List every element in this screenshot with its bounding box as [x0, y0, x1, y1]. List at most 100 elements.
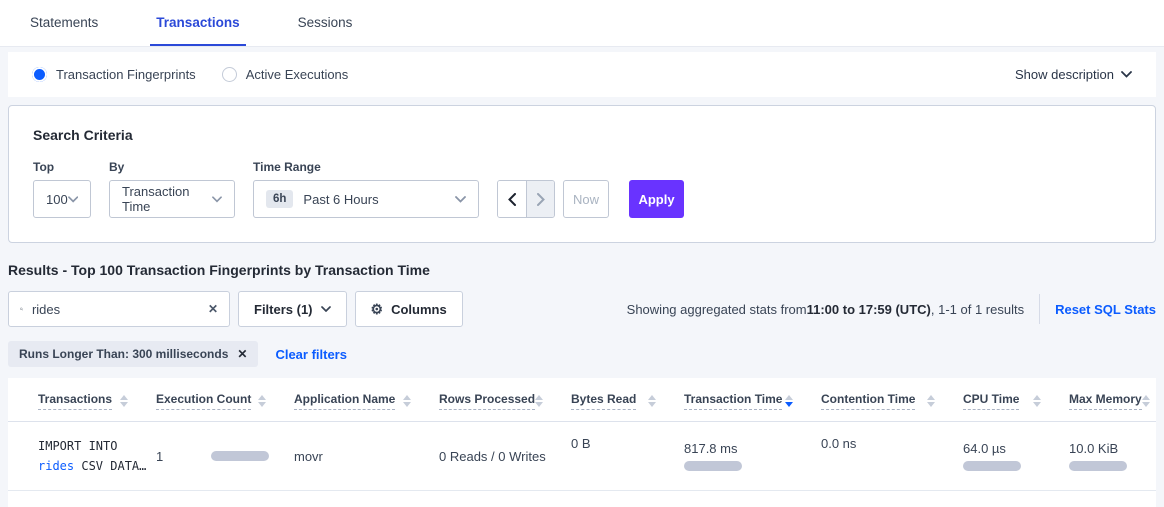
- transaction-time-cell: 817.8 ms: [684, 441, 821, 471]
- sort-icon[interactable]: [535, 395, 543, 407]
- column-header-execution-count[interactable]: Execution Count: [156, 392, 294, 410]
- radio-label: Active Executions: [246, 67, 349, 82]
- search-input[interactable]: [32, 302, 208, 317]
- top-field: Top 100: [33, 160, 91, 218]
- sort-icon[interactable]: [1033, 395, 1041, 407]
- page-tabs: Statements Transactions Sessions: [0, 0, 1164, 47]
- sort-icon[interactable]: [120, 395, 128, 407]
- by-select[interactable]: Transaction Time: [109, 180, 235, 218]
- radio-active-executions[interactable]: Active Executions: [222, 67, 349, 82]
- column-label: Max Memory: [1069, 392, 1142, 410]
- apply-button[interactable]: Apply: [629, 180, 684, 218]
- max-memory-bar: [1069, 461, 1127, 471]
- columns-button[interactable]: ⚙ Columns: [355, 291, 463, 327]
- by-label: By: [109, 160, 235, 174]
- column-label: CPU Time: [963, 392, 1019, 410]
- transaction-fingerprint-cell[interactable]: IMPORT INTO rides CSV DATA…: [38, 436, 156, 476]
- column-label: Transaction Time: [684, 392, 782, 410]
- stats-suffix: , 1-1 of 1 results: [931, 302, 1024, 317]
- stats-time-range: 11:00 to 17:59 (UTC): [807, 302, 931, 317]
- tab-statements[interactable]: Statements: [24, 0, 104, 46]
- sort-icon[interactable]: [1142, 395, 1150, 407]
- stats-prefix: Showing aggregated stats from: [627, 302, 807, 317]
- chevron-down-icon: [321, 306, 331, 312]
- sort-icon[interactable]: [927, 395, 935, 407]
- clear-search-icon[interactable]: ✕: [208, 302, 218, 316]
- transactions-table: Transactions Execution Count Application…: [8, 378, 1156, 507]
- column-header-application-name[interactable]: Application Name: [294, 392, 439, 410]
- chevron-down-icon: [68, 196, 78, 203]
- time-step-back-button[interactable]: [498, 181, 526, 217]
- time-range-label: Time Range: [253, 160, 479, 174]
- chevron-down-icon: [455, 196, 466, 203]
- filter-chip-row: Runs Longer Than: 300 milliseconds ✕ Cle…: [8, 341, 1156, 367]
- transaction-statement-line2: rides CSV DATA…: [38, 456, 146, 476]
- column-header-transactions[interactable]: Transactions: [38, 392, 156, 410]
- sort-icon[interactable]: [648, 395, 656, 407]
- time-range-select[interactable]: 6h Past 6 Hours: [253, 180, 479, 218]
- application-name-cell: movr: [294, 449, 439, 464]
- table-header-row: Transactions Execution Count Application…: [8, 380, 1156, 422]
- filters-label: Filters (1): [254, 302, 313, 317]
- contention-time-cell: 0.0 ns: [821, 436, 963, 451]
- max-memory-value: 10.0 KiB: [1069, 441, 1127, 456]
- vertical-divider: [1039, 294, 1040, 324]
- tab-sessions[interactable]: Sessions: [292, 0, 359, 46]
- aggregated-stats-text: Showing aggregated stats from 11:00 to 1…: [627, 302, 1024, 317]
- sort-icon-active-desc[interactable]: [785, 395, 793, 407]
- remove-filter-icon[interactable]: ✕: [237, 347, 247, 361]
- filters-button[interactable]: Filters (1): [238, 291, 347, 327]
- column-header-max-memory[interactable]: Max Memory: [1069, 392, 1164, 410]
- table-row[interactable]: IMPORT INTO rides CSV DATA… 1 movr 0 Rea…: [8, 422, 1156, 491]
- filter-chip-label: Runs Longer Than: 300 milliseconds: [19, 347, 228, 361]
- cpu-time-cell: 64.0 µs: [963, 441, 1069, 471]
- show-description-toggle[interactable]: Show description: [1015, 67, 1132, 82]
- column-label: Execution Count: [156, 392, 251, 410]
- chevron-right-icon: [537, 193, 545, 206]
- top-label: Top: [33, 160, 91, 174]
- column-label: Bytes Read: [571, 392, 636, 410]
- results-toolbar: ✕ Filters (1) ⚙ Columns Showing aggregat…: [8, 291, 1156, 327]
- transaction-statement-line1: IMPORT INTO: [38, 436, 146, 456]
- sort-icon[interactable]: [258, 395, 266, 407]
- chevron-left-icon: [508, 193, 516, 206]
- rows-processed-cell: 0 Reads / 0 Writes: [439, 449, 571, 464]
- execution-count-cell: 1: [156, 449, 294, 464]
- column-header-bytes-read[interactable]: Bytes Read: [571, 392, 684, 410]
- filter-chip: Runs Longer Than: 300 milliseconds ✕: [8, 341, 258, 367]
- chevron-down-icon: [1121, 71, 1132, 78]
- search-criteria-controls: Top 100 By Transaction Time Time Range 6…: [33, 160, 1131, 218]
- by-value: Transaction Time: [122, 184, 212, 214]
- transaction-time-value: 817.8 ms: [684, 441, 811, 456]
- cpu-time-bar: [963, 461, 1021, 471]
- sort-icon[interactable]: [403, 395, 411, 407]
- now-button[interactable]: Now: [563, 180, 609, 218]
- clear-filters-link[interactable]: Clear filters: [275, 347, 347, 362]
- transaction-time-bar: [684, 461, 742, 471]
- execution-count-value: 1: [156, 449, 163, 464]
- top-value: 100: [46, 192, 68, 207]
- reset-sql-stats-link[interactable]: Reset SQL Stats: [1055, 302, 1156, 317]
- column-header-transaction-time[interactable]: Transaction Time: [684, 392, 821, 410]
- search-criteria-title: Search Criteria: [33, 127, 1131, 143]
- chevron-down-icon: [212, 196, 222, 203]
- time-step-forward-button[interactable]: [526, 181, 554, 217]
- radio-transaction-fingerprints[interactable]: Transaction Fingerprints: [32, 67, 196, 82]
- top-select[interactable]: 100: [33, 180, 91, 218]
- column-label: Application Name: [294, 392, 395, 410]
- column-label: Rows Processed: [439, 392, 535, 410]
- bytes-read-cell: 0 B: [571, 436, 684, 451]
- transaction-statement-rest: CSV DATA…: [74, 459, 146, 473]
- search-criteria-card: Search Criteria Top 100 By Transaction T…: [8, 105, 1156, 243]
- column-header-cpu-time[interactable]: CPU Time: [963, 392, 1069, 410]
- view-toggle-strip: Transaction Fingerprints Active Executio…: [8, 52, 1156, 97]
- search-icon: [20, 302, 23, 316]
- column-header-rows-processed[interactable]: Rows Processed: [439, 392, 571, 410]
- tab-transactions[interactable]: Transactions: [150, 0, 245, 46]
- radio-unselected-icon: [222, 67, 237, 82]
- by-field: By Transaction Time: [109, 160, 235, 218]
- gear-icon: ⚙: [371, 301, 384, 318]
- search-box: ✕: [8, 291, 230, 327]
- max-memory-cell: 10.0 KiB: [1069, 441, 1137, 471]
- column-header-contention-time[interactable]: Contention Time: [821, 392, 963, 410]
